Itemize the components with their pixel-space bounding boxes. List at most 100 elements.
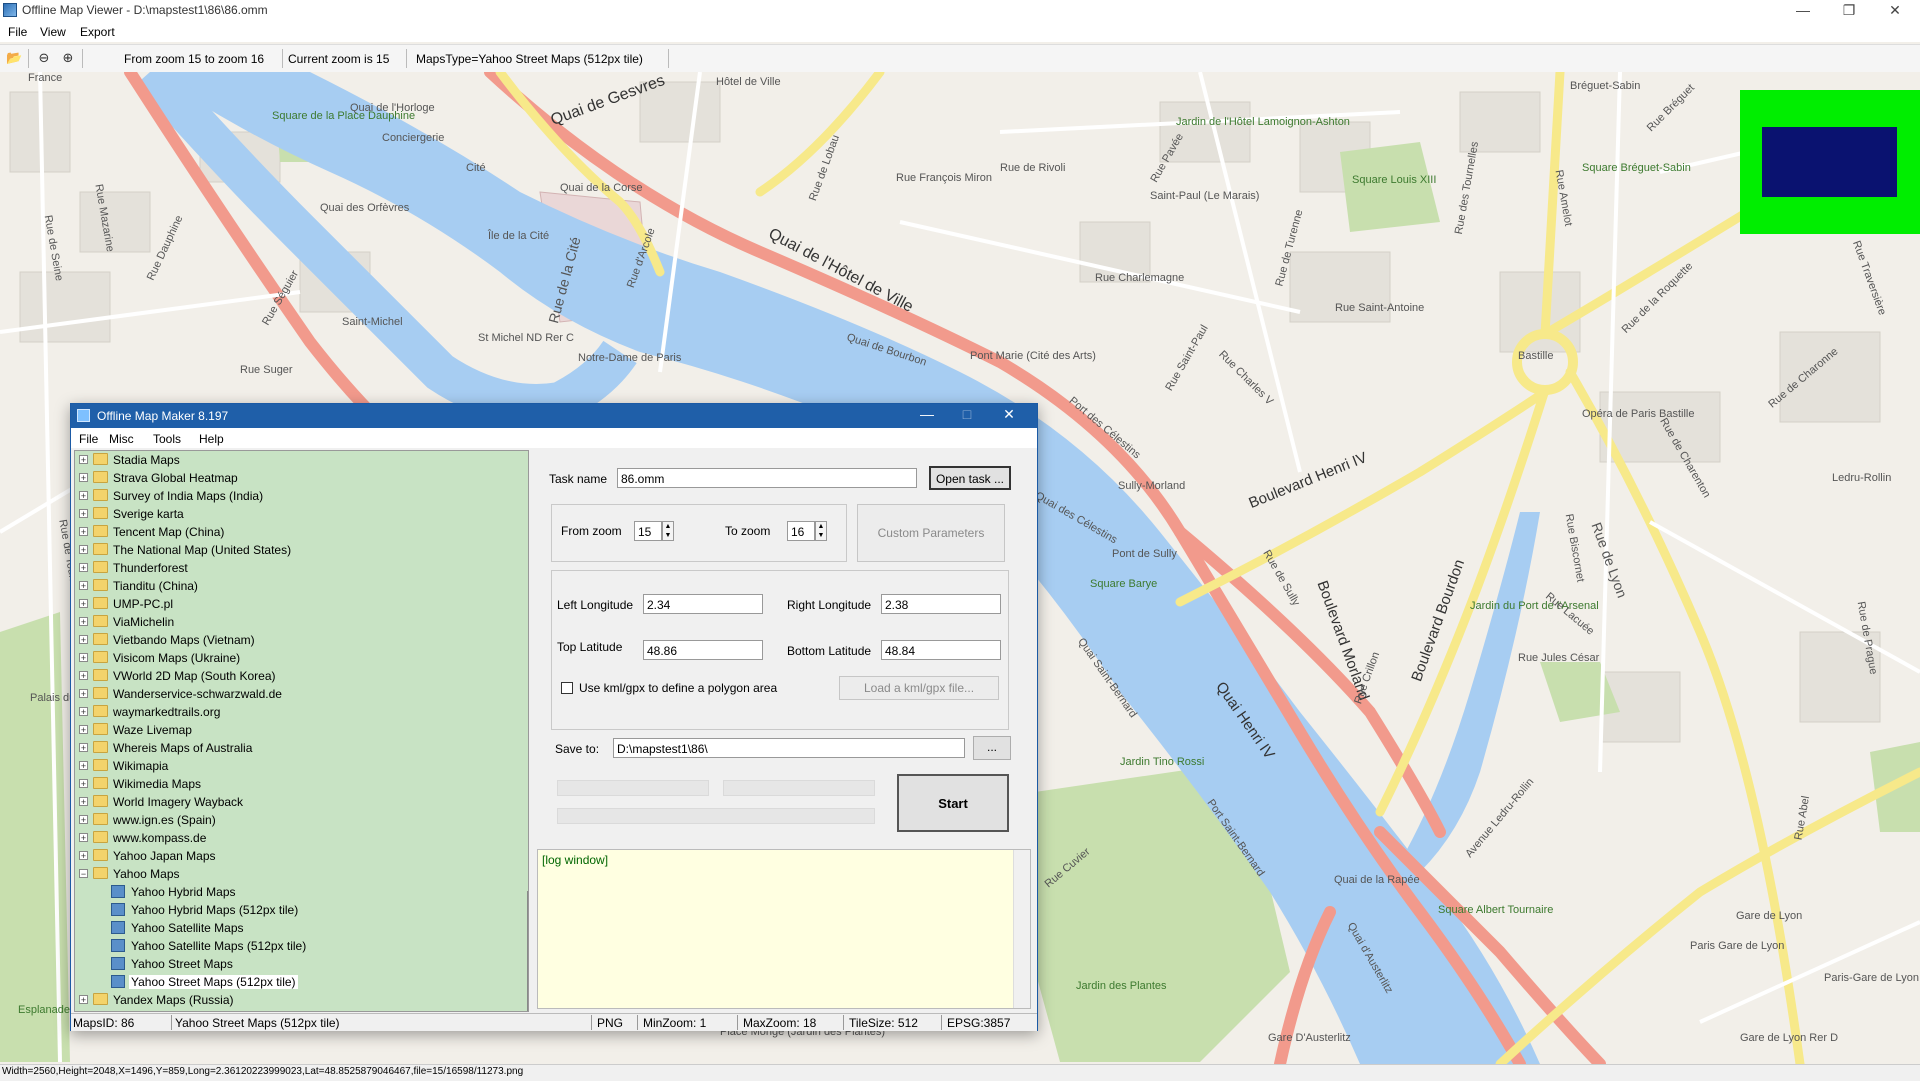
minimap-viewport[interactable] (1762, 127, 1897, 197)
collapse-icon[interactable]: − (79, 869, 88, 879)
expand-icon[interactable]: + (79, 779, 88, 789)
current-zoom-text: Current zoom is 15 (288, 52, 390, 66)
maps-tree[interactable]: + Stadia Maps + Strava Global Heatmap + Surve… (74, 450, 529, 1012)
left-longitude-input[interactable]: 2.34 (643, 594, 763, 614)
maximize-button[interactable]: ❐ (1826, 0, 1872, 22)
expand-icon[interactable]: + (79, 995, 88, 1005)
menu-export[interactable]: Export (80, 25, 115, 39)
minimap[interactable] (1740, 90, 1920, 234)
tree-folder-item[interactable]: + Thunderforest (75, 559, 515, 577)
tree-folder-item[interactable]: + www.ign.es (Spain) (75, 811, 515, 829)
expand-icon[interactable]: + (79, 761, 88, 771)
expand-icon[interactable]: + (79, 815, 88, 825)
menu-file[interactable]: File (8, 25, 27, 39)
tree-folder-item[interactable]: + VWorld 2D Map (South Korea) (75, 667, 515, 685)
tree-folder-item[interactable]: + UMP-PC.pl (75, 595, 515, 613)
expand-icon[interactable]: + (79, 527, 88, 537)
tree-folder-item[interactable]: + Sverige karta (75, 505, 515, 523)
tree-map-item[interactable]: Yahoo Street Maps (75, 955, 515, 973)
tree-folder-item[interactable]: − Yahoo Maps (75, 865, 515, 883)
dialog-close-button[interactable]: ✕ (989, 406, 1029, 423)
tree-folder-item[interactable]: + Survey of India Maps (India) (75, 487, 515, 505)
to-zoom-input[interactable]: 16 (787, 521, 815, 541)
dialog-menu-help[interactable]: Help (199, 432, 224, 446)
tree-folder-item[interactable]: + Tianditu (China) (75, 577, 515, 595)
log-window[interactable]: [log window] (537, 849, 1031, 1009)
browse-button[interactable]: ... (973, 736, 1011, 760)
expand-icon[interactable]: + (79, 617, 88, 627)
tree-folder-item[interactable]: + Vietbando Maps (Vietnam) (75, 631, 515, 649)
tree-folder-item[interactable]: + The National Map (United States) (75, 541, 515, 559)
tree-folder-item[interactable]: + Strava Global Heatmap (75, 469, 515, 487)
tree-map-item[interactable]: Yahoo Hybrid Maps (75, 883, 515, 901)
custom-parameters-button[interactable]: Custom Parameters (857, 504, 1005, 562)
bottom-latitude-input[interactable]: 48.84 (881, 640, 1001, 660)
tree-folder-item[interactable]: + Wikimapia (75, 757, 515, 775)
expand-icon[interactable]: + (79, 581, 88, 591)
expand-icon[interactable]: + (79, 635, 88, 645)
expand-icon[interactable]: + (79, 563, 88, 573)
open-folder-icon[interactable]: 📂 (6, 50, 22, 66)
open-task-button[interactable]: Open task ... (929, 466, 1011, 490)
dialog-menu-misc[interactable]: Misc (109, 432, 134, 446)
expand-icon[interactable]: + (79, 671, 88, 681)
from-zoom-stepper[interactable]: ▲ ▼ (662, 521, 674, 541)
expand-icon[interactable]: + (79, 455, 88, 465)
dialog-titlebar: Offline Map Maker 8.197 — □ ✕ (71, 404, 1037, 428)
expand-icon[interactable]: + (79, 707, 88, 717)
expand-icon[interactable]: + (79, 509, 88, 519)
tree-folder-item[interactable]: + Yandex Maps (Russia) (75, 991, 515, 1009)
tree-folder-item[interactable]: + www.kompass.de (75, 829, 515, 847)
expand-icon[interactable]: + (79, 743, 88, 753)
status-tile-size: TileSize: 512 (849, 1016, 918, 1030)
zoom-in-icon[interactable]: ⊕ (60, 50, 76, 66)
tree-item-label: Yahoo Street Maps (131, 957, 233, 971)
minimize-button[interactable]: — (1780, 0, 1826, 22)
to-zoom-stepper[interactable]: ▲ ▼ (815, 521, 827, 541)
expand-icon[interactable]: + (79, 599, 88, 609)
tree-folder-item[interactable]: + waymarkedtrails.org (75, 703, 515, 721)
tree-map-item[interactable]: Yahoo Hybrid Maps (512px tile) (75, 901, 515, 919)
status-format: PNG (597, 1016, 624, 1030)
from-zoom-label: From zoom (561, 524, 622, 538)
expand-icon[interactable]: + (79, 653, 88, 663)
menu-view[interactable]: View (40, 25, 66, 39)
from-zoom-input[interactable]: 15 (634, 521, 662, 541)
right-longitude-input[interactable]: 2.38 (881, 594, 1001, 614)
tree-folder-item[interactable]: + Yahoo Japan Maps (75, 847, 515, 865)
tree-map-item[interactable]: Yahoo Street Maps (512px tile) (75, 973, 515, 991)
expand-icon[interactable]: + (79, 833, 88, 843)
dialog-maximize-button[interactable]: □ (947, 406, 987, 422)
dialog-menu-file[interactable]: File (79, 432, 98, 446)
start-button[interactable]: Start (897, 774, 1009, 832)
load-kml-button[interactable]: Load a kml/gpx file... (839, 676, 999, 700)
expand-icon[interactable]: + (79, 797, 88, 807)
tree-folder-item[interactable]: + Stadia Maps (75, 451, 515, 469)
top-latitude-input[interactable]: 48.86 (643, 640, 763, 660)
dialog-minimize-button[interactable]: — (907, 406, 947, 422)
tree-folder-item[interactable]: + Tencent Map (China) (75, 523, 515, 541)
tree-map-item[interactable]: Yahoo Satellite Maps (512px tile) (75, 937, 515, 955)
tree-folder-item[interactable]: + Whereis Maps of Australia (75, 739, 515, 757)
expand-icon[interactable]: + (79, 725, 88, 735)
tree-folder-item[interactable]: + Visicom Maps (Ukraine) (75, 649, 515, 667)
tree-map-item[interactable]: Yahoo Satellite Maps (75, 919, 515, 937)
tree-folder-item[interactable]: + ViaMichelin (75, 613, 515, 631)
expand-icon[interactable]: + (79, 689, 88, 699)
expand-icon[interactable]: + (79, 491, 88, 501)
tree-folder-item[interactable]: + Waze Livemap (75, 721, 515, 739)
tree-scrollbar[interactable] (527, 891, 528, 1011)
tree-folder-item[interactable]: + Wikimedia Maps (75, 775, 515, 793)
expand-icon[interactable]: + (79, 851, 88, 861)
expand-icon[interactable]: + (79, 545, 88, 555)
task-name-input[interactable]: 86.omm (617, 468, 917, 488)
log-scrollbar[interactable] (1013, 850, 1030, 1008)
close-button[interactable]: ✕ (1872, 0, 1918, 22)
tree-folder-item[interactable]: + Wanderservice-schwarzwald.de (75, 685, 515, 703)
zoom-out-icon[interactable]: ⊖ (36, 50, 52, 66)
tree-folder-item[interactable]: + World Imagery Wayback (75, 793, 515, 811)
dialog-menu-tools[interactable]: Tools (153, 432, 181, 446)
kml-checkbox[interactable] (561, 682, 573, 694)
expand-icon[interactable]: + (79, 473, 88, 483)
save-to-input[interactable]: D:\mapstest1\86\ (613, 738, 965, 758)
